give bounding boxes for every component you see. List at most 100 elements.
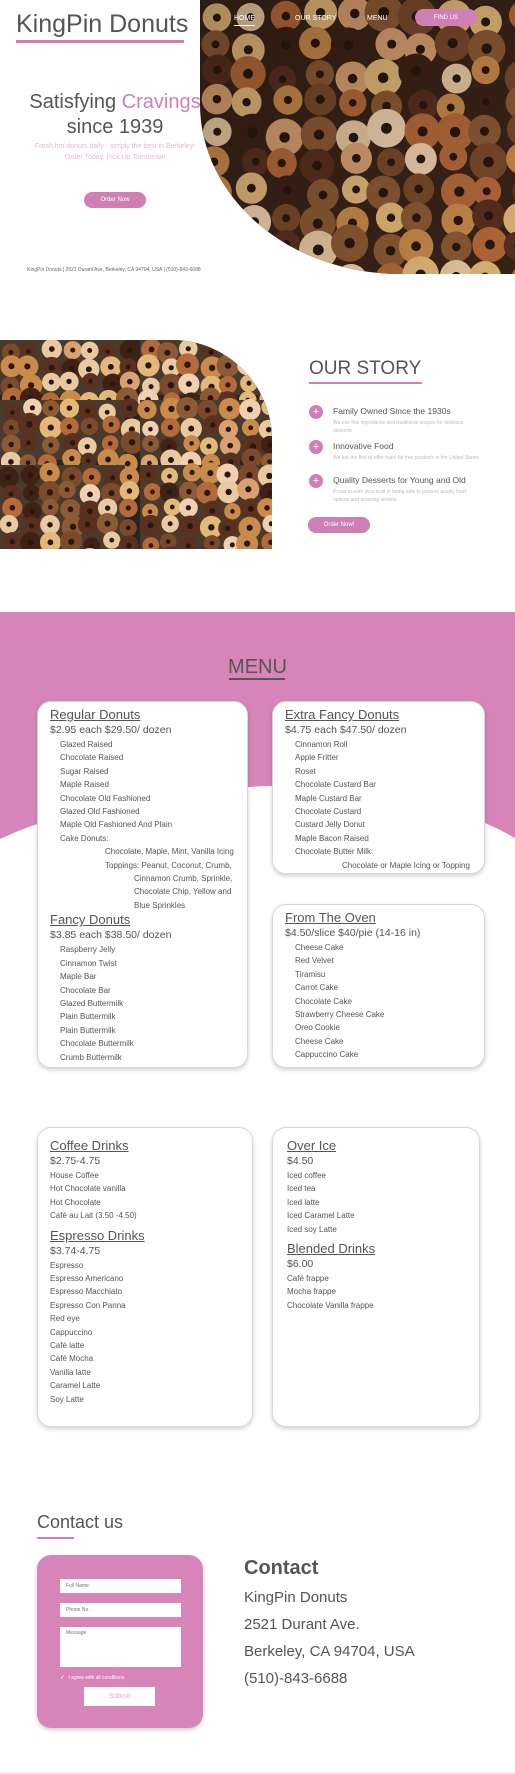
donut-hole [268,472,272,478]
contact-name: KingPin Donuts [244,1589,348,1606]
donut-hole [147,509,153,514]
check-icon: ✓ [60,1675,66,1681]
donut-shape [260,375,272,399]
donut-hole [105,349,110,354]
full-name-input[interactable] [60,1579,181,1593]
brand-underline [16,40,184,43]
donut-hole [167,424,173,431]
toppings-line: Blue Sprinkles [134,900,186,910]
donut-hole [268,521,272,527]
donut-hole [47,424,54,431]
menu-item: Chocolate Custard [295,807,362,817]
contact-phone[interactable]: (510)-843-6688 [244,1665,415,1692]
donut-hole [267,346,272,352]
donut-hole [208,524,215,531]
contact-heading: Contact us [37,1512,124,1532]
find-us-button[interactable]: FIND US [415,9,477,26]
donut-shape [203,535,221,549]
donut-hole [70,347,76,353]
story-donut-case-image [0,340,272,549]
story-order-button[interactable]: Order Now! [308,517,370,533]
donut-hole [85,408,91,414]
story-item-title: Family Owned Since the 1930s [333,406,451,416]
menu-item: Chocolate Vanilla frappe [287,1300,374,1310]
donut-hole [69,455,75,462]
menu-item: Cinnamon Twist [60,958,117,968]
menu-item: Chocolate Bar [60,985,111,995]
menu-item: Sugar Raised [60,766,109,776]
donut-hole [187,459,194,466]
donut-hole [224,362,232,369]
menu-item: Chocolate Cake [295,996,352,1006]
donut-shape [180,451,202,473]
donut-shape [240,498,262,520]
donut-hole [147,522,154,529]
oven-price: $4.50/slice $40/pie (14-16 in) [285,927,421,939]
menu-item: Cinnamon Roll [295,740,348,749]
donut-hole [26,440,32,446]
donut-hole [89,543,95,549]
cold-drinks-card: Over Ice $4.50 Iced coffee Iced tea Iced… [272,1127,480,1427]
story-title: OUR STORY [309,358,422,379]
hero-donut-image [200,0,515,274]
donut-hole [148,426,153,432]
brand-logo[interactable]: KingPin Donuts [16,10,188,39]
agree-checkbox[interactable]: ✓ I agree with all conditions [60,1674,125,1681]
donut-hole [228,344,235,351]
nav-menu[interactable]: MENU [367,15,388,22]
donut-hole [6,521,12,527]
donut-hole [146,460,152,466]
donut-hole [47,521,53,528]
donut-hole [125,505,131,511]
donut-shape [262,466,272,484]
menu-item: Café frappe [287,1274,329,1284]
message-textarea[interactable] [60,1627,181,1667]
donut-hole [187,478,192,483]
donut-hole [126,347,133,354]
donut-hole [187,523,194,530]
donut-hole [224,471,231,478]
donut-shape [178,481,199,502]
butter-milk-note: Chocolate or Maple Icing or Topping [342,860,470,870]
nav-home[interactable]: HOME [234,15,255,26]
donut-hole [168,365,174,371]
donut-hole [267,442,272,448]
donut-hole [246,380,252,386]
menu-item: Hot Chocolate [50,1197,101,1207]
donut-shape [179,515,201,537]
donut-shape [237,355,257,376]
menu-item: Hot Chocolate vanilla [50,1184,126,1194]
phone-input[interactable] [60,1603,181,1617]
story-underline [309,382,422,384]
menu-item: Iced Caramel Latte [287,1211,355,1221]
donut-hole [167,521,173,527]
donut-hole [46,489,54,496]
menu-item: Oreo Cookie [295,1023,340,1033]
donut-menu-card-left: Regular Donuts $2.95 each $29.50/ dozen … [37,701,248,1068]
donut-hole [189,441,194,446]
donut-hole [124,460,131,467]
menu-item: Strawberry Cheese Cake [295,1010,385,1020]
donut-shape [199,462,222,484]
order-now-button[interactable]: Order Now [84,192,146,208]
menu-item: Roset [295,766,316,776]
submit-button[interactable]: Submit [84,1687,155,1706]
menu-item: Cappuccino Cake [295,1050,359,1060]
menu-item: Chocolate Butter Milk: [295,847,374,857]
donut-hole [26,421,33,428]
donut-hole [150,489,155,495]
donut-hole [185,505,192,511]
donut-hole [246,471,253,479]
hero-subtitle-line1: Fresh hot donuts daily - simply the best… [34,143,196,150]
donut-hole [128,439,136,446]
nav-our-story[interactable]: OUR STORY [295,15,336,22]
donut-hole [188,425,195,432]
donut-hole [125,364,131,370]
donut-shape [241,466,260,485]
donut-hole [276,269,285,274]
hero-title-part1: Satisfying [29,91,117,113]
donut-shape [200,258,230,274]
donut-hole [208,349,214,355]
donut-hole [27,472,34,478]
donut-hole [168,405,175,413]
